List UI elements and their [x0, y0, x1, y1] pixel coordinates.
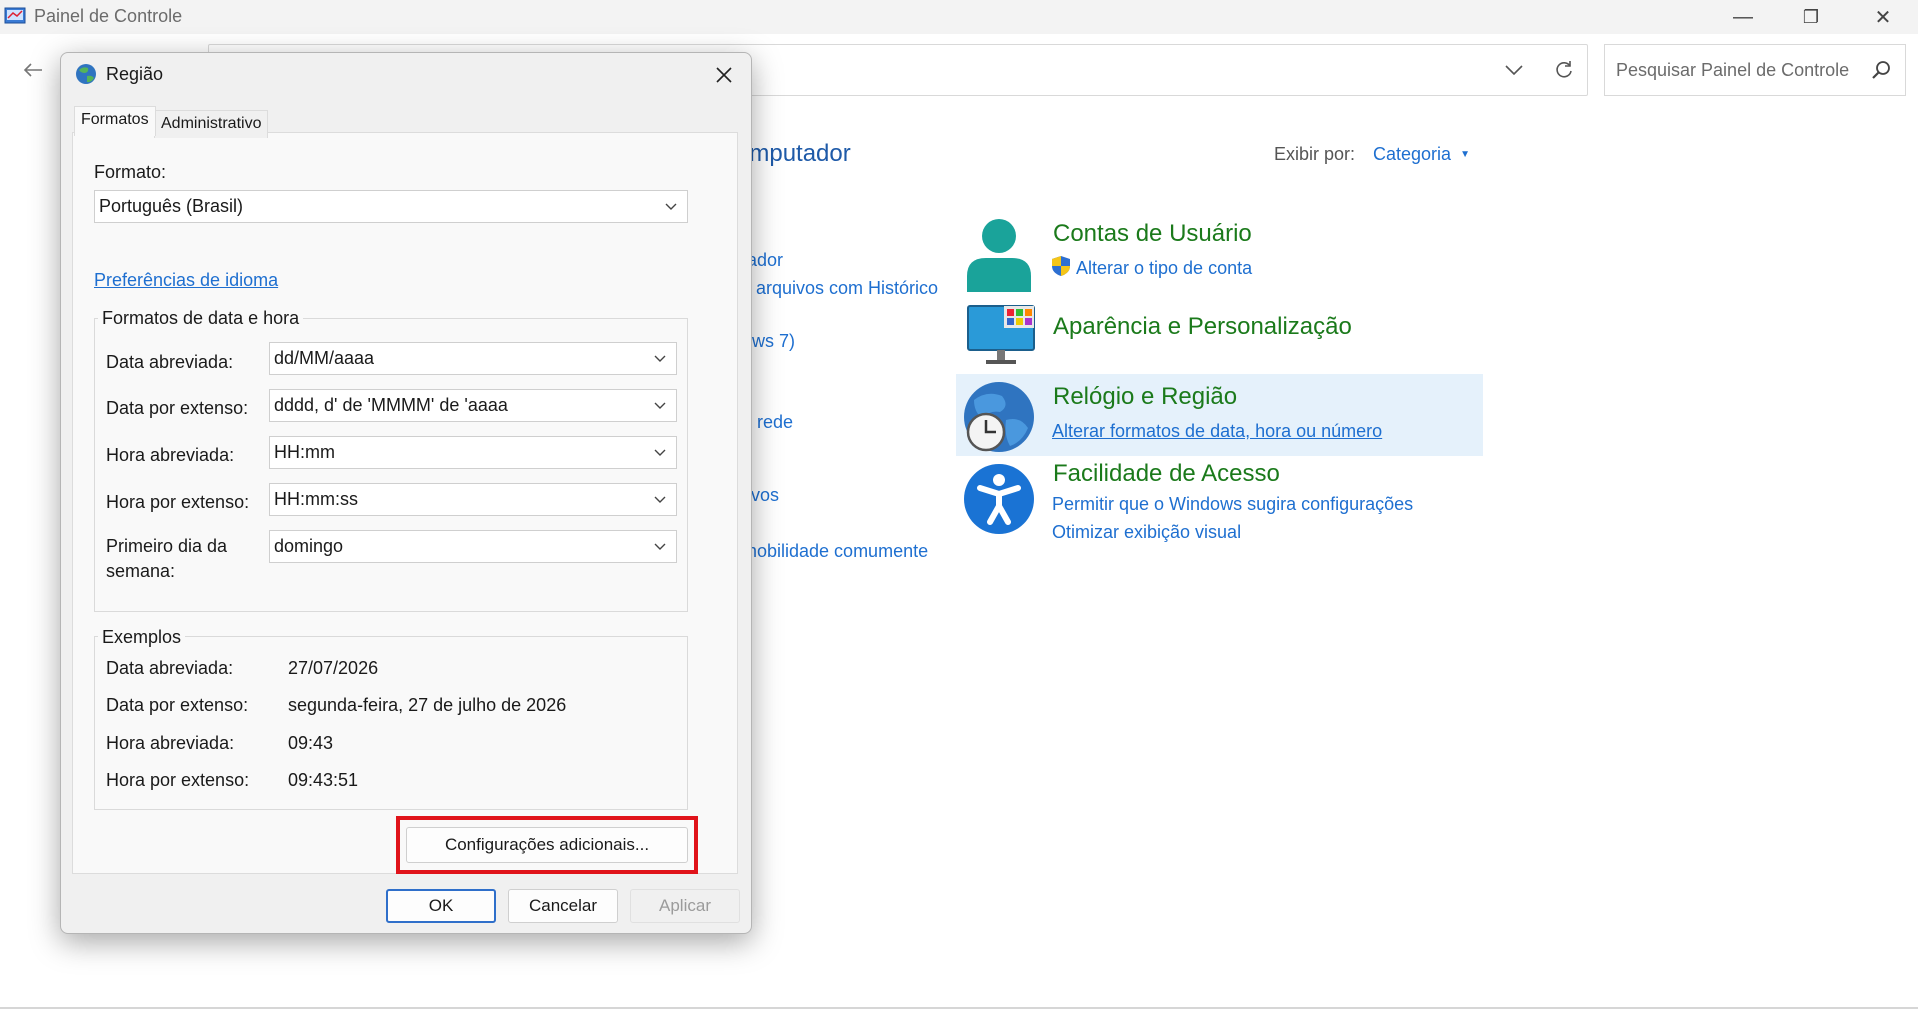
bottom-divider — [0, 1007, 1918, 1009]
short-date-label: Data abreviada: — [106, 352, 234, 372]
caret-down-icon: ▼ — [1460, 149, 1470, 160]
globe-icon — [76, 64, 96, 84]
examples-group-title: Exemplos — [98, 627, 186, 648]
first-day-select[interactable]: domingo — [269, 530, 677, 563]
chevron-down-icon — [654, 355, 666, 362]
search-icon[interactable] — [1870, 59, 1892, 81]
language-preferences-link[interactable]: Preferências de idioma — [94, 270, 278, 291]
appearance-icon[interactable] — [966, 304, 1036, 366]
chevron-down-icon — [654, 496, 666, 503]
tab-administrativo[interactable]: Administrativo — [154, 110, 269, 138]
chevron-down-icon — [654, 449, 666, 456]
clock-region-icon[interactable] — [962, 380, 1036, 454]
short-time-label: Hora abreviada: — [106, 445, 235, 465]
close-icon — [716, 67, 732, 83]
mobility-settings-link[interactable]: mobilidade comumente — [742, 541, 928, 562]
format-label: Formato: — [94, 162, 167, 182]
optimize-visual-display-link[interactable]: Otimizar exibição visual — [1052, 522, 1241, 543]
format-select[interactable]: Português (Brasil) — [94, 190, 688, 223]
additional-settings-button[interactable]: Configurações adicionais... — [406, 827, 688, 863]
dialog-title: Região — [106, 64, 164, 84]
long-date-value: dddd, d' de 'MMMM' de 'aaaa — [274, 395, 508, 415]
format-value: Português (Brasil) — [99, 196, 244, 216]
long-time-select[interactable]: HH:mm:ss — [269, 483, 677, 516]
view-by-label: Exibir por: — [1274, 144, 1356, 164]
change-account-type-link[interactable]: Alterar o tipo de conta — [1076, 258, 1252, 279]
chevron-down-icon — [665, 203, 677, 210]
title-bar — [0, 0, 1918, 34]
user-accounts-icon[interactable] — [964, 218, 1034, 292]
ok-button[interactable]: OK — [386, 889, 496, 923]
example-long-date-value: segunda-feira, 27 de julho de 2026 — [288, 695, 567, 715]
control-panel-icon — [4, 7, 26, 24]
minimize-button[interactable]: — — [1710, 0, 1776, 34]
datetime-formats-group-title: Formatos de data e hora — [98, 308, 304, 329]
short-time-select[interactable]: HH:mm — [269, 436, 677, 469]
search-placeholder: Pesquisar Painel de Controle — [1616, 60, 1850, 80]
long-date-select[interactable]: dddd, d' de 'MMMM' de 'aaaa — [269, 389, 677, 422]
first-day-label-line2: semana: — [106, 561, 176, 581]
example-long-time-label: Hora por extenso: — [106, 770, 250, 790]
user-accounts-title[interactable]: Contas de Usuário — [1053, 220, 1252, 248]
dialog-close-button[interactable] — [706, 58, 742, 92]
chevron-down-icon — [654, 543, 666, 550]
chevron-down-icon — [1505, 65, 1523, 75]
window-title: Painel de Controle — [34, 6, 183, 26]
short-date-value: dd/MM/aaaa — [274, 348, 375, 368]
short-date-select[interactable]: dd/MM/aaaa — [269, 342, 677, 375]
long-time-value: HH:mm:ss — [274, 489, 358, 509]
address-history-dropdown[interactable] — [1498, 56, 1530, 84]
example-short-time-value: 09:43 — [288, 733, 334, 753]
apply-button[interactable]: Aplicar — [630, 889, 740, 923]
arrow-left-icon — [23, 63, 42, 77]
example-short-date-label: Data abreviada: — [106, 658, 234, 678]
long-time-label: Hora por extenso: — [106, 492, 250, 512]
view-by-value: Categoria — [1373, 144, 1452, 164]
first-day-label: Primeiro dia da — [106, 536, 228, 556]
first-day-value: domingo — [274, 536, 344, 556]
refresh-button[interactable] — [1548, 54, 1580, 86]
back-button[interactable] — [18, 56, 48, 84]
maximize-button[interactable]: ❐ — [1778, 0, 1844, 34]
chevron-down-icon — [654, 402, 666, 409]
tab-formatos[interactable]: Formatos — [74, 106, 156, 136]
example-long-date-label: Data por extenso: — [106, 695, 249, 715]
file-history-link[interactable]: s arquivos com Histórico — [742, 278, 938, 299]
short-time-value: HH:mm — [274, 442, 335, 462]
windows-suggest-settings-link[interactable]: Permitir que o Windows sugira configuraç… — [1052, 494, 1413, 515]
page-heading: omputador — [736, 140, 851, 167]
cancel-button[interactable]: Cancelar — [508, 889, 618, 923]
view-by-dropdown[interactable]: Categoria ▼ — [1373, 144, 1470, 165]
long-date-label: Data por extenso: — [106, 398, 249, 418]
refresh-icon — [1556, 61, 1572, 78]
close-window-button[interactable]: ✕ — [1850, 0, 1916, 34]
shield-icon — [1052, 256, 1070, 276]
ease-of-access-title[interactable]: Facilidade de Acesso — [1053, 460, 1280, 488]
appearance-title[interactable]: Aparência e Personalização — [1053, 313, 1352, 341]
ease-of-access-icon[interactable] — [962, 462, 1036, 536]
clock-region-title[interactable]: Relógio e Região — [1053, 383, 1237, 411]
change-formats-link[interactable]: Alterar formatos de data, hora ou número — [1052, 421, 1382, 442]
example-short-time-label: Hora abreviada: — [106, 733, 235, 753]
example-short-date-value: 27/07/2026 — [288, 658, 379, 678]
example-long-time-value: 09:43:51 — [288, 770, 359, 790]
